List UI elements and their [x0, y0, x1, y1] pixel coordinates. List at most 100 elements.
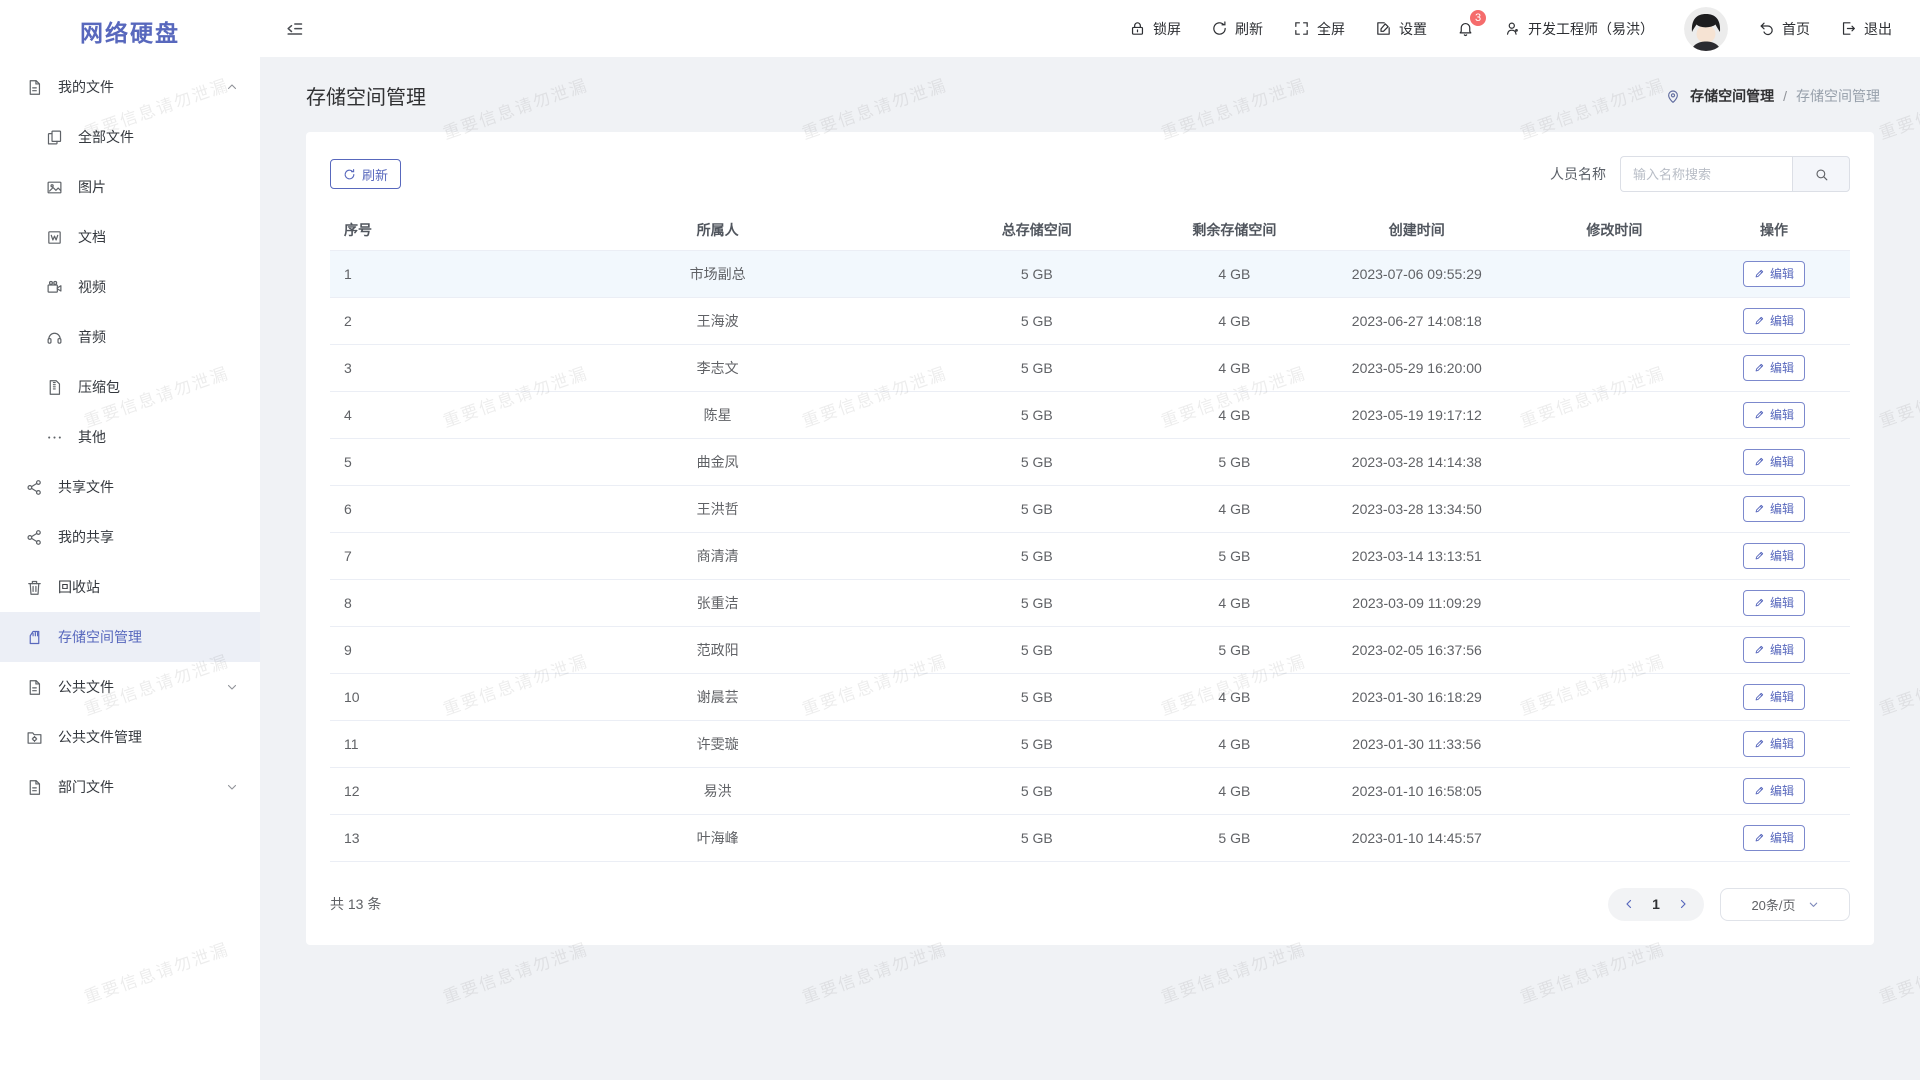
fullscreen-button[interactable]: 全屏: [1293, 19, 1345, 39]
sidebar-item-label: 图片: [78, 177, 106, 197]
refresh-page-button[interactable]: 刷新: [1211, 19, 1263, 39]
chevron-down-icon: [226, 681, 238, 693]
table-row: 4陈星5 GB4 GB2023-05-19 19:17:12编辑: [330, 391, 1850, 438]
pagination: 1 20条/页: [1608, 888, 1850, 921]
refresh-table-button[interactable]: 刷新: [330, 159, 401, 189]
watermark-text: 重要信息请勿泄漏: [439, 935, 591, 1008]
column-header: 序号: [330, 210, 528, 250]
sidebar-item-all-files[interactable]: 全部文件: [0, 112, 260, 162]
next-page-button[interactable]: [1670, 891, 1696, 917]
app-logo: 网络硬盘: [0, 0, 260, 62]
edit-button[interactable]: 编辑: [1743, 355, 1805, 381]
cell-no: 5: [330, 438, 528, 485]
sidebar-item-images[interactable]: 图片: [0, 162, 260, 212]
user-icon: [1504, 20, 1521, 37]
sidebar-item-videos[interactable]: 视频: [0, 262, 260, 312]
sidebar-item-shared-files[interactable]: 共享文件: [0, 462, 260, 512]
sidebar-item-my-files[interactable]: 我的文件: [0, 62, 260, 112]
sidebar-item-department-files[interactable]: 部门文件: [0, 762, 260, 812]
cell-created: 2023-05-19 19:17:12: [1303, 391, 1531, 438]
sidebar-item-recycle-bin[interactable]: 回收站: [0, 562, 260, 612]
current-page[interactable]: 1: [1642, 896, 1670, 912]
cell-owner: 曲金凤: [528, 438, 908, 485]
table-row: 1市场副总5 GB4 GB2023-07-06 09:55:29编辑: [330, 250, 1850, 297]
cell-actions: 编辑: [1698, 767, 1850, 814]
cell-created: 2023-01-30 11:33:56: [1303, 720, 1531, 767]
logout-button[interactable]: 退出: [1840, 19, 1892, 39]
fullscreen-icon: [1293, 20, 1310, 37]
menu-fold-icon[interactable]: [284, 19, 304, 39]
cell-created: 2023-07-06 09:55:29: [1303, 250, 1531, 297]
search-input[interactable]: [1620, 156, 1792, 192]
cell-total: 5 GB: [908, 297, 1166, 344]
cell-created: 2023-06-27 14:08:18: [1303, 297, 1531, 344]
search-button[interactable]: [1792, 156, 1850, 192]
sidebar-item-public-file-management[interactable]: 公共文件管理: [0, 712, 260, 762]
sidebar-item-public-files[interactable]: 公共文件: [0, 662, 260, 712]
edit-button[interactable]: 编辑: [1743, 543, 1805, 569]
sidebar-item-other[interactable]: 其他: [0, 412, 260, 462]
user-menu[interactable]: 开发工程师（易洪）: [1504, 19, 1654, 39]
document-icon: [26, 779, 43, 796]
sidebar-item-audio[interactable]: 音频: [0, 312, 260, 362]
cell-remaining: 4 GB: [1166, 250, 1303, 297]
cell-total: 5 GB: [908, 438, 1166, 485]
cell-remaining: 4 GB: [1166, 391, 1303, 438]
page-header: 存储空间管理 存储空间管理 / 存储空间管理: [260, 57, 1920, 132]
table-row: 9范政阳5 GB5 GB2023-02-05 16:37:56编辑: [330, 626, 1850, 673]
edit-button[interactable]: 编辑: [1743, 402, 1805, 428]
edit-button-label: 编辑: [1770, 312, 1794, 329]
doc-icon: [46, 229, 63, 246]
edit-button[interactable]: 编辑: [1743, 684, 1805, 710]
sidebar: 网络硬盘 我的文件全部文件图片文档视频音频压缩包其他共享文件我的共享回收站存储空…: [0, 0, 260, 1080]
settings-icon: [1375, 20, 1392, 37]
notifications-button[interactable]: 3: [1457, 20, 1474, 37]
edit-button-label: 编辑: [1770, 265, 1794, 282]
cell-owner: 商清清: [528, 532, 908, 579]
edit-button[interactable]: 编辑: [1743, 496, 1805, 522]
lock-screen-button[interactable]: 锁屏: [1129, 19, 1181, 39]
edit-button-label: 编辑: [1770, 782, 1794, 799]
edit-button[interactable]: 编辑: [1743, 449, 1805, 475]
page-size-select[interactable]: 20条/页: [1720, 888, 1850, 921]
edit-button-label: 编辑: [1770, 829, 1794, 846]
settings-button[interactable]: 设置: [1375, 19, 1427, 39]
table-row: 12易洪5 GB4 GB2023-01-10 16:58:05编辑: [330, 767, 1850, 814]
edit-button[interactable]: 编辑: [1743, 308, 1805, 334]
edit-button[interactable]: 编辑: [1743, 261, 1805, 287]
sidebar-item-label: 我的文件: [58, 77, 114, 97]
cell-created: 2023-03-28 14:14:38: [1303, 438, 1531, 485]
breadcrumb-root[interactable]: 存储空间管理: [1690, 86, 1774, 106]
cell-total: 5 GB: [908, 391, 1166, 438]
table-footer: 共 13 条 1 20条/页: [330, 888, 1850, 921]
cell-actions: 编辑: [1698, 485, 1850, 532]
table-row: 5曲金凤5 GB5 GB2023-03-28 14:14:38编辑: [330, 438, 1850, 485]
pencil-icon: [1754, 785, 1765, 796]
edit-button[interactable]: 编辑: [1743, 590, 1805, 616]
sidebar-item-label: 存储空间管理: [58, 627, 142, 647]
sidebar-item-documents[interactable]: 文档: [0, 212, 260, 262]
cell-actions: 编辑: [1698, 438, 1850, 485]
topbar: 锁屏 刷新 全屏 设置 3 开发工程师（易洪）: [260, 0, 1920, 57]
edit-button[interactable]: 编辑: [1743, 637, 1805, 663]
sidebar-item-my-shares[interactable]: 我的共享: [0, 512, 260, 562]
edit-button[interactable]: 编辑: [1743, 731, 1805, 757]
home-button[interactable]: 首页: [1758, 19, 1810, 39]
table-row: 6王洪哲5 GB4 GB2023-03-28 13:34:50编辑: [330, 485, 1850, 532]
refresh-icon: [1211, 20, 1228, 37]
avatar[interactable]: [1684, 7, 1728, 51]
cell-total: 5 GB: [908, 767, 1166, 814]
cell-remaining: 4 GB: [1166, 579, 1303, 626]
cell-created: 2023-05-29 16:20:00: [1303, 344, 1531, 391]
trash-icon: [26, 579, 43, 596]
prev-page-button[interactable]: [1616, 891, 1642, 917]
page-title: 存储空间管理: [306, 81, 426, 110]
logout-label: 退出: [1864, 19, 1892, 39]
pencil-icon: [1754, 503, 1765, 514]
watermark-text: 重要信息请勿泄漏: [1157, 935, 1309, 1008]
edit-button[interactable]: 编辑: [1743, 778, 1805, 804]
sidebar-item-archives[interactable]: 压缩包: [0, 362, 260, 412]
cell-no: 10: [330, 673, 528, 720]
edit-button[interactable]: 编辑: [1743, 825, 1805, 851]
sidebar-item-storage-management[interactable]: 存储空间管理: [0, 612, 260, 662]
